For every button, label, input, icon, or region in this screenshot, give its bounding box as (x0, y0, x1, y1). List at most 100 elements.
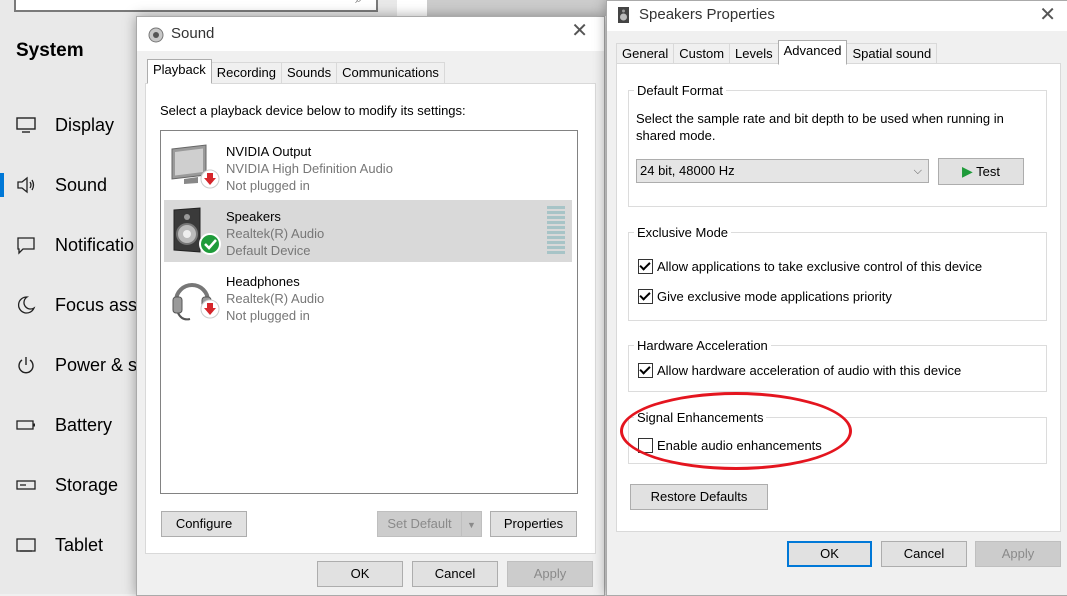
nav-item-label: Power & sl (55, 354, 142, 375)
chevron-down-icon: ▼ (467, 520, 476, 530)
checkbox-checked[interactable] (638, 259, 653, 274)
checkbox-label: Allow applications to take exclusive con… (657, 259, 983, 274)
tab-spatial-sound[interactable]: Spatial sound (846, 43, 938, 65)
headphones-unplugged-icon (172, 283, 220, 321)
speaker-icon (17, 176, 35, 194)
tab-general[interactable]: General (616, 43, 675, 65)
device-status: Default Device (226, 243, 311, 258)
nav-item-label: Display (55, 114, 115, 135)
tab-custom[interactable]: Custom (673, 43, 731, 65)
playback-instruction: Select a playback device below to modify… (160, 103, 466, 118)
test-button-label: Test (976, 164, 1000, 179)
nav-item-label: Tablet (55, 534, 104, 555)
device-driver: Realtek(R) Audio (226, 291, 325, 306)
sound-titlebar: Sound ✕ (137, 17, 604, 51)
properties-cancel-button[interactable]: Cancel (881, 541, 967, 567)
checkbox-label: Allow hardware acceleration of audio wit… (657, 363, 962, 378)
nav-item-display[interactable]: Display (0, 105, 140, 145)
settings-section-title: System (16, 40, 84, 61)
properties-apply-button[interactable]: Apply (975, 541, 1061, 567)
sound-dialog: Sound ✕ Playback Recording Sounds Commun… (136, 16, 605, 596)
device-name: NVIDIA Output (226, 144, 312, 159)
hardware-acceleration-label: Hardware Acceleration (634, 338, 771, 353)
device-name: Speakers (226, 209, 281, 224)
properties-titlebar: Speakers Properties ✕ (607, 1, 1067, 31)
device-nvidia-output[interactable]: NVIDIA Output NVIDIA High Definition Aud… (164, 135, 572, 197)
nav-item-focus-assist[interactable]: Focus assis (0, 285, 150, 325)
properties-close-icon[interactable]: ✕ (1039, 4, 1056, 26)
exclusive-mode-group: Exclusive Mode Allow applications to tak… (628, 225, 1047, 321)
sound-close-icon[interactable]: ✕ (571, 20, 588, 42)
sound-app-icon (148, 27, 164, 43)
sound-cancel-button[interactable]: Cancel (412, 561, 498, 587)
storage-icon (16, 480, 36, 490)
default-format-group: Default Format Select the sample rate an… (628, 83, 1047, 207)
device-list[interactable]: NVIDIA Output NVIDIA High Definition Aud… (160, 130, 578, 494)
restore-defaults-button[interactable]: Restore Defaults (630, 484, 768, 510)
chevron-down-icon: ⌵ (913, 165, 922, 177)
nav-item-label: Sound (55, 174, 108, 195)
tablet-icon (16, 538, 36, 552)
tab-levels[interactable]: Levels (729, 43, 779, 65)
checkbox-checked[interactable] (638, 363, 653, 378)
set-default-button[interactable]: Set Default (377, 511, 462, 537)
tab-recording[interactable]: Recording (210, 62, 283, 84)
sample-rate-value: 24 bit, 48000 Hz (640, 163, 735, 178)
volume-level-meter (547, 206, 565, 256)
settings-content-button[interactable] (427, 0, 607, 16)
signal-enhancements-group: Signal Enhancements Enable audio enhance… (628, 410, 1047, 464)
default-format-description: Select the sample rate and bit depth to … (636, 111, 1004, 143)
monitor-unplugged-icon (171, 144, 220, 189)
playback-panel: Select a playback device below to modify… (145, 83, 596, 554)
checkbox-checked[interactable] (638, 289, 653, 304)
properties-button[interactable]: Properties (490, 511, 577, 537)
enable-audio-enhancements-checkbox[interactable]: Enable audio enhancements (638, 438, 822, 453)
speaker-default-icon (173, 207, 221, 255)
checkbox-unchecked[interactable] (638, 438, 653, 453)
sound-apply-button[interactable]: Apply (507, 561, 593, 587)
device-headphones[interactable]: Headphones Realtek(R) Audio Not plugged … (164, 265, 572, 327)
nav-item-label: Battery (55, 414, 113, 435)
properties-dialog-title: Speakers Properties (639, 6, 775, 23)
tab-advanced[interactable]: Advanced (777, 40, 848, 65)
sound-tabs: Playback Recording Sounds Communications (147, 59, 445, 84)
device-driver: NVIDIA High Definition Audio (226, 161, 393, 176)
properties-ok-button[interactable]: OK (787, 541, 872, 567)
tab-communications[interactable]: Communications (336, 62, 445, 84)
allow-exclusive-control-checkbox[interactable]: Allow applications to take exclusive con… (638, 259, 982, 274)
advanced-panel: Default Format Select the sample rate an… (616, 63, 1061, 532)
exclusive-priority-checkbox[interactable]: Give exclusive mode applications priorit… (638, 289, 892, 304)
device-status: Not plugged in (226, 308, 310, 323)
nav-item-notifications[interactable]: Notificatio (0, 225, 140, 265)
nav-item-sound[interactable]: Sound (0, 165, 140, 205)
nav-item-tablet[interactable]: Tablet (0, 525, 140, 565)
hardware-acceleration-checkbox[interactable]: Allow hardware acceleration of audio wit… (638, 363, 961, 378)
settings-search-input[interactable]: ⌕ (14, 0, 378, 12)
configure-button[interactable]: Configure (161, 511, 247, 537)
nav-item-power-sleep[interactable]: Power & sl (0, 345, 142, 385)
default-format-label: Default Format (634, 83, 726, 98)
nav-item-battery[interactable]: Battery (0, 405, 140, 445)
sound-dialog-title: Sound (171, 25, 215, 42)
monitor-icon (16, 117, 36, 133)
hardware-acceleration-group: Hardware Acceleration Allow hardware acc… (628, 338, 1047, 392)
signal-enhancements-label: Signal Enhancements (634, 410, 767, 425)
checkbox-label: Give exclusive mode applications priorit… (657, 289, 892, 304)
search-icon: ⌕ (355, 0, 362, 7)
sound-ok-button[interactable]: OK (317, 561, 403, 587)
play-icon: ▶ (961, 163, 973, 179)
tab-playback[interactable]: Playback (147, 59, 212, 84)
properties-tabs: General Custom Levels Advanced Spatial s… (616, 40, 938, 65)
active-indicator (0, 173, 4, 197)
nav-item-storage[interactable]: Storage (0, 465, 140, 505)
power-icon (18, 357, 34, 374)
test-button[interactable]: ▶ Test (938, 158, 1024, 185)
device-name: Headphones (226, 274, 300, 289)
device-speakers[interactable]: Speakers Realtek(R) Audio Default Device (164, 200, 572, 262)
tab-sounds[interactable]: Sounds (281, 62, 338, 84)
speakers-properties-dialog: Speakers Properties ✕ General Custom Lev… (606, 0, 1067, 596)
notification-icon (17, 237, 35, 255)
sample-rate-select[interactable]: 24 bit, 48000 Hz ⌵ (636, 159, 929, 183)
set-default-dropdown-button[interactable]: ▼ (461, 511, 482, 537)
moon-icon (18, 296, 36, 314)
